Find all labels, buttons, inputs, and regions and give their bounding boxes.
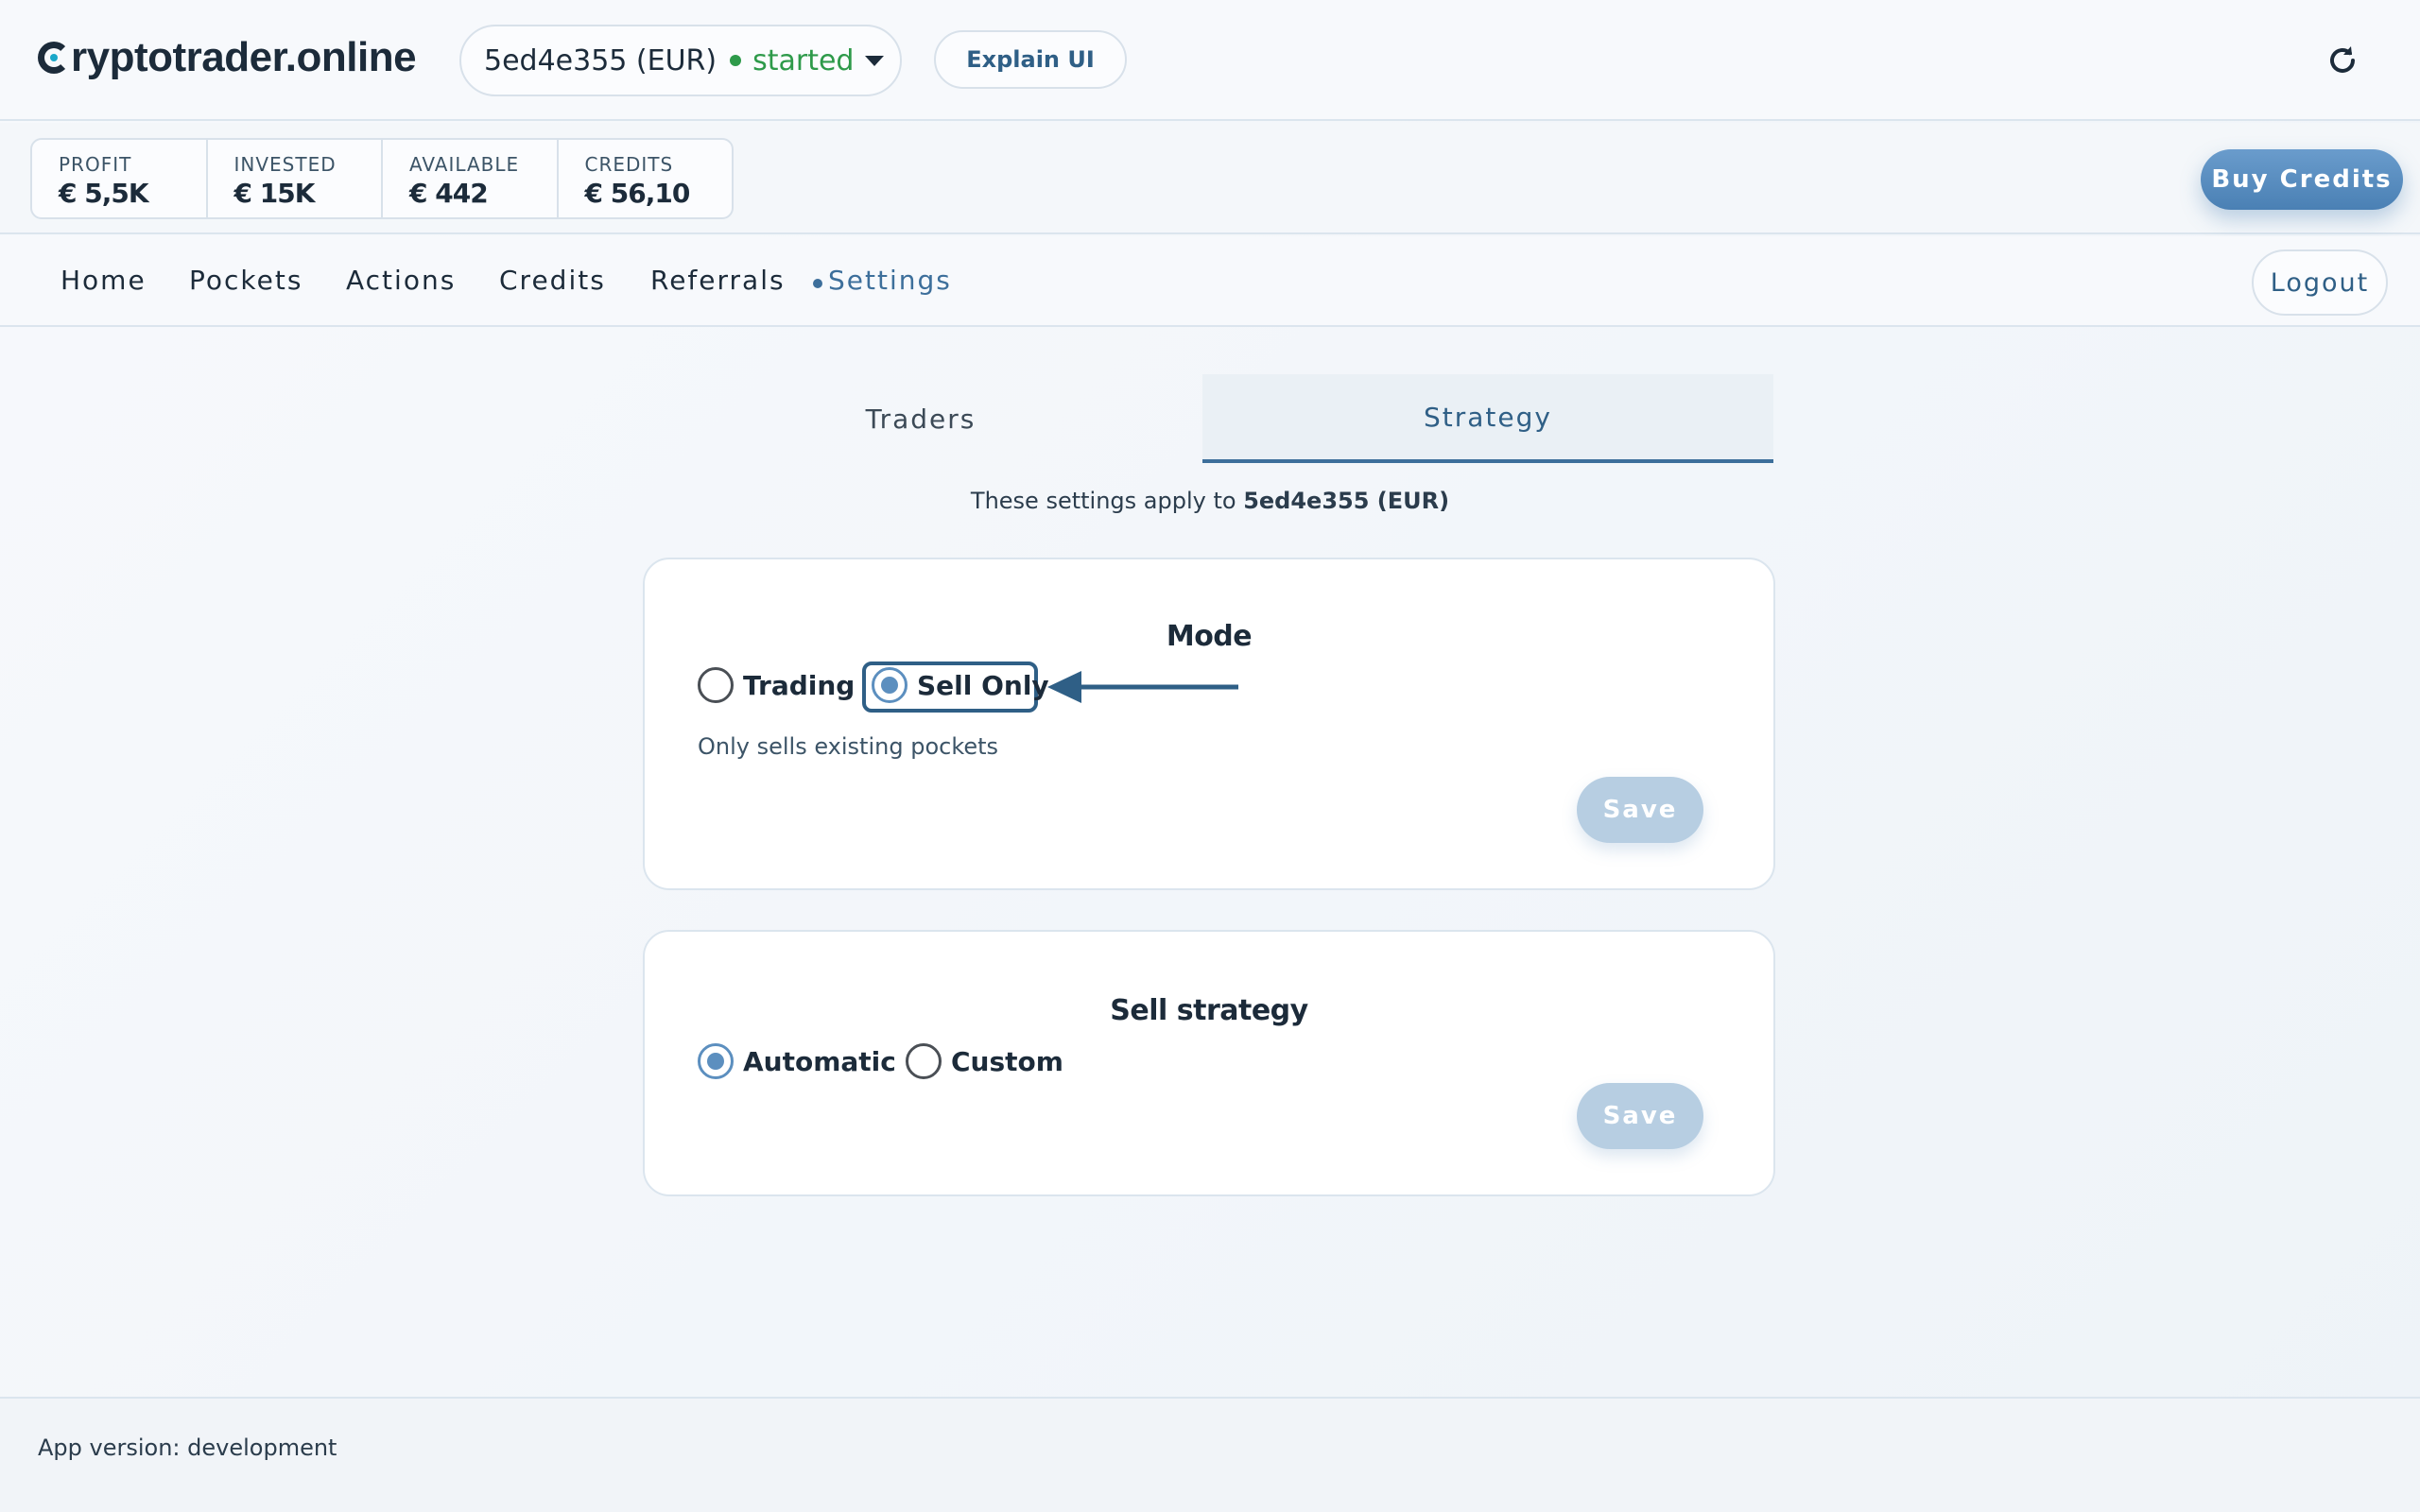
- sell-option-custom[interactable]: Custom: [906, 1043, 1063, 1079]
- nav-item-referrals[interactable]: Referrals: [650, 265, 786, 296]
- footer: App version: development: [0, 1397, 2420, 1512]
- nav-item-credits[interactable]: Credits: [499, 265, 606, 296]
- sell-strategy-save-button[interactable]: Save: [1577, 1083, 1703, 1149]
- stat-credits: CREDITS € 56,10: [559, 140, 733, 217]
- logout-button[interactable]: Logout: [2252, 249, 2388, 316]
- account-selector[interactable]: 5ed4e355 (EUR) started: [459, 25, 902, 96]
- mode-option-sell-only[interactable]: Sell Only: [872, 667, 1049, 703]
- nav-item-settings[interactable]: Settings: [828, 265, 952, 296]
- stat-label: AVAILABLE: [409, 153, 520, 176]
- stat-value: € 442: [409, 178, 489, 209]
- radio-label: Trading: [743, 669, 856, 701]
- logo-text: ryptotrader.online: [71, 34, 417, 80]
- nav-item-actions[interactable]: Actions: [346, 265, 456, 296]
- radio-unchecked-icon: [906, 1043, 942, 1079]
- buy-credits-button[interactable]: Buy Credits: [2201, 149, 2403, 210]
- radio-checked-icon: [872, 667, 908, 703]
- sell-strategy-title: Sell strategy: [1110, 994, 1308, 1027]
- app-version: App version: development: [38, 1435, 337, 1461]
- stat-value: € 5,5K: [59, 178, 149, 209]
- sell-option-automatic[interactable]: Automatic: [698, 1043, 896, 1079]
- nav-item-pockets[interactable]: Pockets: [189, 265, 302, 296]
- stats-summary: PROFIT € 5,5K INVESTED € 15K AVAILABLE €…: [30, 138, 734, 219]
- status-dot-icon: [730, 55, 742, 66]
- brand-logo[interactable]: ryptotrader.online: [38, 34, 417, 81]
- refresh-icon[interactable]: [2325, 43, 2360, 77]
- stat-label: PROFIT: [59, 153, 132, 176]
- mode-card: Mode Trading Sell Only Only sells existi…: [643, 558, 1775, 890]
- radio-label: Automatic: [743, 1045, 896, 1077]
- tab-traders[interactable]: Traders: [635, 374, 1206, 463]
- radio-checked-icon: [698, 1043, 734, 1079]
- stats-bar: PROFIT € 5,5K INVESTED € 15K AVAILABLE €…: [0, 123, 2420, 234]
- radio-unchecked-icon: [698, 667, 734, 703]
- mode-option-trading[interactable]: Trading: [698, 667, 855, 703]
- active-indicator-icon: [813, 279, 822, 288]
- stat-label: CREDITS: [584, 153, 674, 176]
- stat-available: AVAILABLE € 442: [383, 140, 559, 217]
- scope-prefix: These settings apply to: [970, 488, 1244, 514]
- mode-save-button[interactable]: Save: [1577, 777, 1703, 843]
- radio-label: Custom: [951, 1045, 1063, 1077]
- tab-strategy[interactable]: Strategy: [1202, 374, 1773, 463]
- pointer-arrow-icon: [1047, 671, 1238, 703]
- mode-hint: Only sells existing pockets: [698, 733, 999, 760]
- chevron-down-icon: [865, 55, 885, 66]
- radio-label: Sell Only: [917, 669, 1049, 701]
- logo-mark-icon: [38, 42, 70, 74]
- stat-invested: INVESTED € 15K: [208, 140, 383, 217]
- top-header: ryptotrader.online 5ed4e355 (EUR) starte…: [0, 0, 2420, 121]
- stat-profit: PROFIT € 5,5K: [32, 140, 208, 217]
- stat-label: INVESTED: [233, 153, 337, 176]
- explain-ui-button[interactable]: Explain UI: [934, 30, 1127, 89]
- settings-scope-note: These settings apply to 5ed4e355 (EUR): [0, 488, 2420, 514]
- account-name: 5ed4e355 (EUR): [484, 43, 717, 77]
- nav-item-home[interactable]: Home: [60, 265, 147, 296]
- scope-account: 5ed4e355 (EUR): [1243, 488, 1450, 514]
- mode-title: Mode: [1166, 620, 1253, 653]
- stat-value: € 15K: [233, 178, 316, 209]
- sell-strategy-card: Sell strategy Automatic Custom Save: [643, 930, 1775, 1196]
- account-status: started: [752, 43, 855, 77]
- stat-value: € 56,10: [584, 178, 691, 209]
- main-nav: Home Pockets Actions Credits Referrals S…: [0, 236, 2420, 327]
